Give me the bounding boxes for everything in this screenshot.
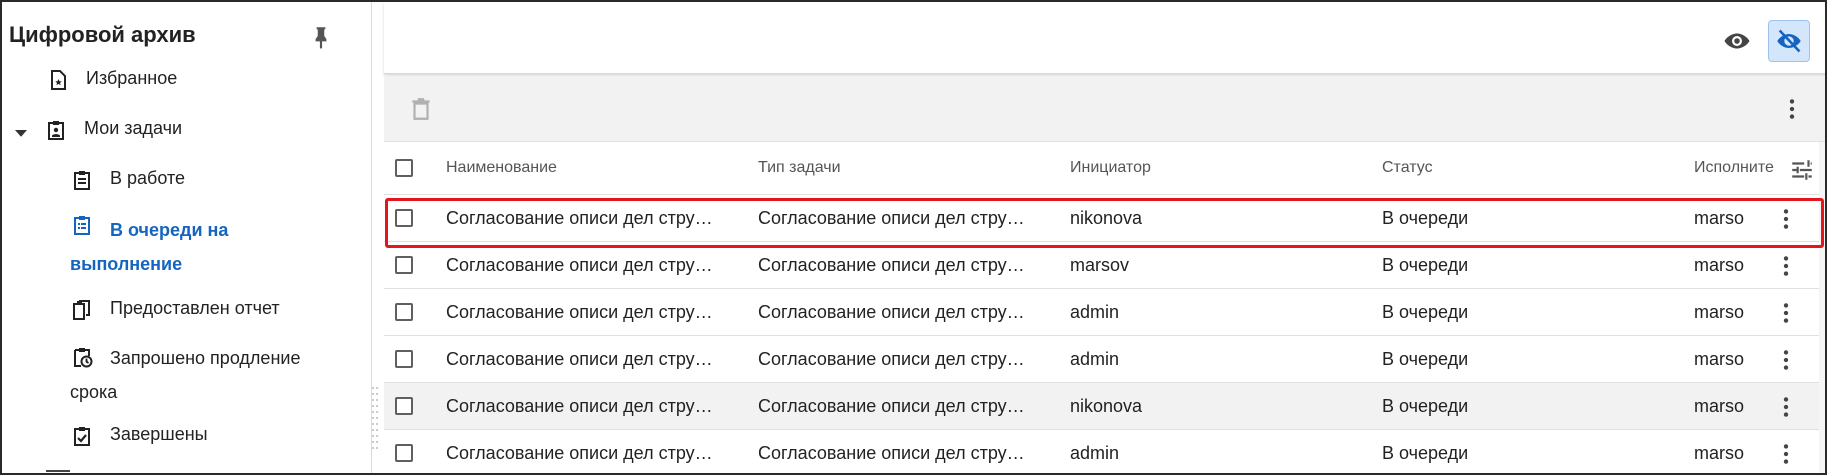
cell-initiator: marsov [1070,254,1130,275]
column-header-type[interactable]: Тип задачи [758,142,1028,194]
column-header-name[interactable]: Наименование [446,142,716,194]
table-header: Наименование Тип задачи Инициатор Статус… [384,142,1825,195]
sidebar-item-label: Избранное [86,68,178,88]
cell-executor: marsov [1694,207,1744,228]
cell-type: Согласование описи дел стру… [758,301,1025,322]
select-all-checkbox[interactable] [395,159,413,177]
cell-initiator: admin [1070,442,1120,463]
row-checkbox[interactable] [395,444,413,462]
cell-name: Согласование описи дел стру… [446,254,713,275]
row-checkbox[interactable] [395,303,413,321]
table-row[interactable]: Согласование описи дел стру… Согласовани… [384,242,1825,289]
sidebar-resize-handle[interactable] [371,387,381,457]
table-row[interactable]: Согласование описи дел стру… Согласовани… [384,383,1825,430]
sidebar-item-report[interactable]: Предоставлен отчет [70,298,280,322]
cell-type: Согласование описи дел стру… [758,207,1025,228]
sidebar-item-completed[interactable]: Завершены [70,424,208,448]
sidebar-item-label: В работе [110,168,186,188]
table-row[interactable]: Согласование описи дел стру… Согласовани… [384,336,1825,383]
row-select-cell [395,336,419,382]
row-checkbox[interactable] [395,397,413,415]
hide-toggle-button[interactable] [1768,20,1810,62]
top-bar [384,2,1825,74]
cell-initiator: admin [1070,348,1120,369]
main-panel: Наименование Тип задачи Инициатор Статус… [384,2,1825,473]
cell-initiator: nikonova [1070,395,1143,416]
table-row[interactable]: Согласование описи дел стру… Согласовани… [384,430,1825,473]
cell-status: В очереди [1382,207,1469,228]
eye-icon[interactable] [1722,26,1752,56]
column-header-executor[interactable]: Исполните [1694,142,1780,194]
row-select-cell [395,289,419,335]
cell-type: Согласование описи дел стру… [758,348,1025,369]
row-checkbox[interactable] [395,256,413,274]
cell-executor: marsov [1694,254,1744,275]
more-vert-icon[interactable] [1779,94,1805,124]
sidebar-item-favorites[interactable]: Избранное [46,68,177,92]
cell-name: Согласование описи дел стру… [446,207,713,228]
cell-executor: marsov [1694,348,1744,369]
sidebar-item-label[interactable]: В очереди на выполнение [70,213,320,281]
cell-type: Согласование описи дел стру… [758,254,1025,275]
clipboard-check-icon [74,427,90,446]
row-select-cell [395,195,419,241]
more-vert-icon[interactable] [1773,252,1799,280]
more-vert-icon[interactable] [1773,299,1799,327]
row-select-cell [395,383,419,429]
table-row[interactable]: Согласование описи дел стру… Согласовани… [384,195,1825,242]
more-vert-icon[interactable] [1773,393,1799,421]
sidebar-item-label: Предоставлен отчет [110,298,280,318]
column-header-status[interactable]: Статус [1382,142,1642,194]
app-window: Цифровой архив Избранное Мои задачи В ра… [0,0,1827,475]
cell-status: В очереди [1382,395,1469,416]
cell-type: Согласование описи дел стру… [758,442,1025,463]
tasks-table: Наименование Тип задачи Инициатор Статус… [384,142,1825,473]
cell-executor: marsov [1694,442,1744,463]
cell-executor: marsov [1694,395,1744,416]
app-title: Цифровой архив [9,22,196,47]
sidebar-item-in-progress[interactable]: В работе [70,168,185,192]
sidebar-item-partial [46,470,70,473]
table-toolbar [384,76,1825,142]
cell-status: В очереди [1382,254,1469,275]
more-vert-icon[interactable] [1773,440,1799,468]
cell-status: В очереди [1382,442,1469,463]
sidebar-item-label[interactable]: Запрошено продление срока [70,341,320,409]
cell-initiator: admin [1070,301,1120,322]
sidebar-item-label: Завершены [110,424,208,444]
sidebar-item-my-tasks[interactable]: Мои задачи [44,118,182,142]
eye-off-icon [1777,29,1801,53]
report-copy-icon [73,300,90,320]
row-checkbox[interactable] [395,209,413,227]
cell-name: Согласование описи дел стру… [446,442,713,463]
table-row[interactable]: Согласование описи дел стру… Согласовани… [384,289,1825,336]
select-all-cell [395,142,419,194]
sidebar: Цифровой архив Избранное Мои задачи В ра… [2,2,372,473]
favorite-doc-icon [51,70,66,90]
cell-type: Согласование описи дел стру… [758,395,1025,416]
cell-status: В очереди [1382,348,1469,369]
more-vert-icon[interactable] [1773,346,1799,374]
tune-icon[interactable] [1788,157,1816,183]
row-select-cell [395,430,419,473]
chevron-down-icon[interactable] [12,124,30,142]
row-select-cell [395,242,419,288]
trash-icon[interactable] [408,94,434,124]
cell-initiator: nikonova [1070,207,1143,228]
clipboard-user-icon [48,121,64,140]
more-vert-icon[interactable] [1773,205,1799,233]
column-header-initiator[interactable]: Инициатор [1070,142,1330,194]
sidebar-item-label: Мои задачи [84,118,183,138]
pin-icon[interactable] [308,22,334,52]
cell-name: Согласование описи дел стру… [446,395,713,416]
cell-name: Согласование описи дел стру… [446,348,713,369]
cell-name: Согласование описи дел стру… [446,301,713,322]
clipboard-list-icon [74,171,90,190]
cell-executor: marsov [1694,301,1744,322]
cell-status: В очереди [1382,301,1469,322]
row-checkbox[interactable] [395,350,413,368]
table-scrollbar[interactable] [1819,142,1825,473]
